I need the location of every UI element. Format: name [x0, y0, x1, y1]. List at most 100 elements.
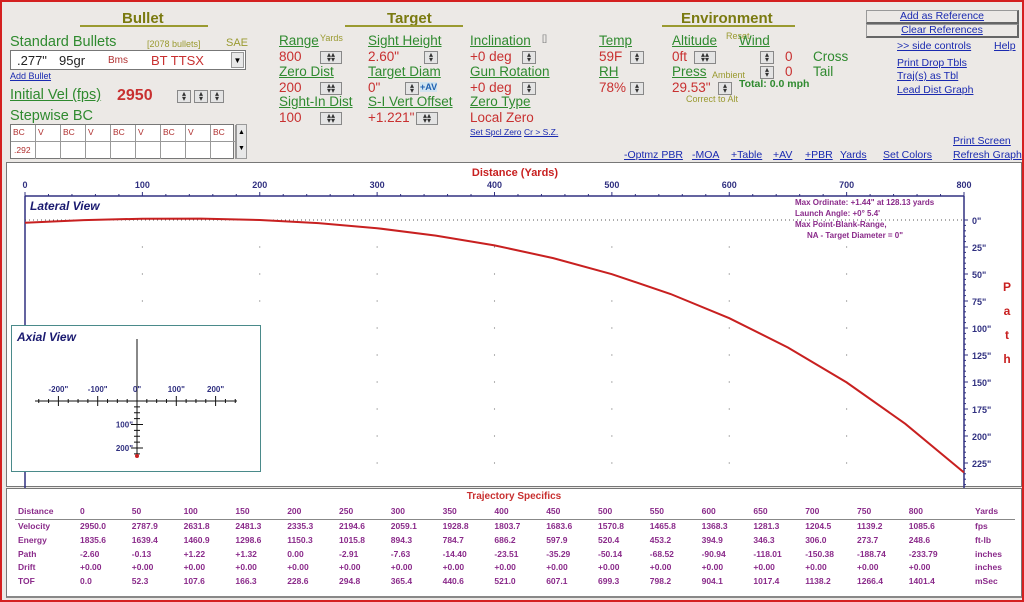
table-cell: 1803.7 [494, 521, 521, 531]
toolbar-table[interactable]: +Table [731, 149, 762, 161]
velocity-spinner[interactable]: ▴ ▾ [210, 90, 224, 103]
grid-dot [259, 273, 261, 275]
cross-wind-spinner[interactable]: ▴ ▾ [760, 51, 774, 64]
set-spcl-zero-link[interactable]: Set Spcl Zero [470, 127, 522, 137]
rh-label[interactable]: RH [599, 64, 619, 79]
y-axis-title: t [1005, 328, 1009, 342]
clear-references-button[interactable]: Clear References [866, 24, 1019, 38]
bc-value-cell[interactable] [211, 142, 236, 159]
table-cell: 0.0 [80, 576, 92, 586]
table-cell: 800 [908, 506, 923, 516]
table-cell: +0.00 [80, 562, 102, 572]
row-unit: Yards [975, 506, 999, 516]
table-cell: 550 [649, 506, 664, 516]
rh-spinner[interactable]: ▴ ▾ [630, 82, 644, 95]
table-cell: 600 [701, 506, 716, 516]
toolbar-set-colors[interactable]: Set Colors [883, 149, 932, 161]
x-tick-label: 400 [487, 180, 502, 190]
print-screen-link[interactable]: Print Screen [953, 135, 1011, 147]
x-tick-label: 200 [252, 180, 267, 190]
temp-label[interactable]: Temp [599, 33, 632, 48]
table-cell: +0.00 [701, 562, 724, 572]
range-label[interactable]: Range [279, 33, 319, 48]
grid-dot [376, 354, 378, 356]
initial-vel-value: 2950 [117, 87, 153, 104]
row-unit: mSec [975, 576, 998, 586]
toolbar-optmz-pbr[interactable]: -Optmz PBR [624, 149, 683, 161]
toolbar-moa[interactable]: -MOA [692, 149, 719, 161]
correct-to-alt-link[interactable]: Correct to Alt [686, 94, 738, 104]
bc-value-cell[interactable] [161, 142, 186, 159]
trajs-as-tbl-link[interactable]: Traj(s) as Tbl [897, 70, 958, 82]
sight-in-spinner[interactable]: ▴▴ ▾▾ [320, 112, 342, 125]
x-tick-label: 0 [22, 180, 27, 190]
table-cell: +0.00 [235, 562, 257, 572]
y-tick-label: 200" [972, 432, 991, 442]
grid-dot [846, 408, 848, 410]
side-controls-link[interactable]: >> side controls [897, 40, 971, 52]
table-cell: 699.3 [598, 576, 620, 586]
sight-height-spinner[interactable]: ▴ ▾ [424, 51, 438, 64]
target-diam-label[interactable]: Target Diam [368, 64, 441, 79]
table-cell: 520.4 [598, 535, 620, 545]
bc-value-cell[interactable] [86, 142, 111, 159]
bc-value-cell[interactable]: .292 [11, 142, 36, 159]
bc-value-cell[interactable] [111, 142, 136, 159]
table-cell: +0.00 [805, 562, 827, 572]
grid-dot [259, 246, 261, 248]
toolbar-av[interactable]: +AV [773, 149, 792, 161]
help-link[interactable]: Help [994, 40, 1016, 52]
initial-vel-label[interactable]: Initial Vel (fps) [10, 87, 101, 103]
av-button[interactable]: +AV [420, 82, 438, 92]
bc-value-cell[interactable] [136, 142, 161, 159]
gun-rotation-label[interactable]: Gun Rotation [470, 64, 550, 79]
table-cell: +0.00 [546, 562, 568, 572]
velocity-spinner[interactable]: ▴ ▾ [194, 90, 208, 103]
toolbar-yards[interactable]: Yards [840, 149, 867, 161]
bc-value-cell[interactable] [186, 142, 211, 159]
table-cell: -2.91 [339, 549, 359, 559]
table-cell: 0 [80, 506, 85, 516]
range-spinner[interactable]: ▴▴ ▾▾ [320, 51, 342, 64]
table-cell: +0.00 [287, 562, 309, 572]
add-as-reference-button[interactable]: Add as Reference [866, 10, 1019, 24]
grid-dot [846, 435, 848, 437]
sight-height-label[interactable]: Sight Height [368, 33, 442, 48]
grid-dot [493, 327, 496, 329]
bc-grid[interactable]: BC .292 V BC V BC V BC V BC [10, 124, 236, 159]
add-bullet-link[interactable]: Add Bullet [10, 71, 51, 81]
inclination-spinner[interactable]: ▴ ▾ [522, 51, 536, 64]
table-cell: 2059.1 [390, 521, 417, 531]
grid-dot [728, 408, 730, 410]
bc-value-cell[interactable] [36, 142, 61, 159]
zero-type-label[interactable]: Zero Type [470, 94, 531, 109]
sight-in-label[interactable]: Sight-In Dist [279, 94, 353, 109]
inclination-label[interactable]: Inclination [470, 33, 531, 48]
grid-dot [611, 246, 613, 248]
bullet-select[interactable]: .277" 95gr Bms BT TTSX ▼ [10, 50, 246, 70]
launch-angle-info: Launch Angle: +0° 5.4' [795, 209, 880, 218]
bc-scrollbar[interactable]: ▲ ▼ [236, 124, 247, 159]
bc-header-cell: BC [61, 125, 86, 142]
lead-dist-graph-link[interactable]: Lead Dist Graph [897, 84, 973, 96]
velocity-spinner[interactable]: ▴ ▾ [177, 90, 191, 103]
altitude-label[interactable]: Altitude [672, 33, 717, 48]
refresh-graph-link[interactable]: Refresh Graph [953, 149, 1022, 161]
wind-label[interactable]: Wind [739, 33, 770, 48]
table-cell: +1.22 [183, 549, 206, 559]
temp-spinner[interactable]: ▴ ▾ [630, 51, 644, 64]
print-drop-tbls-link[interactable]: Print Drop Tbls [897, 57, 967, 69]
altitude-spinner[interactable]: ▴▴ ▾▾ [694, 51, 716, 64]
chevron-down-icon[interactable]: ▼ [231, 52, 244, 68]
cr-sz-link[interactable]: Cr > S.Z. [524, 127, 558, 137]
gun-rotation-value: +0 deg [470, 80, 512, 95]
si-vert-offset-label[interactable]: S-I Vert Offset [368, 94, 453, 109]
table-cell: 1266.4 [857, 576, 883, 586]
toolbar-pbr[interactable]: +PBR [805, 149, 833, 161]
si-vert-spinner[interactable]: ▴▴ ▾▾ [416, 112, 438, 125]
press-label[interactable]: Press [672, 64, 707, 79]
table-cell: 228.6 [287, 576, 309, 586]
bc-value-cell[interactable] [61, 142, 86, 159]
table-cell: 273.7 [857, 535, 879, 545]
zero-dist-label[interactable]: Zero Dist [279, 64, 334, 79]
